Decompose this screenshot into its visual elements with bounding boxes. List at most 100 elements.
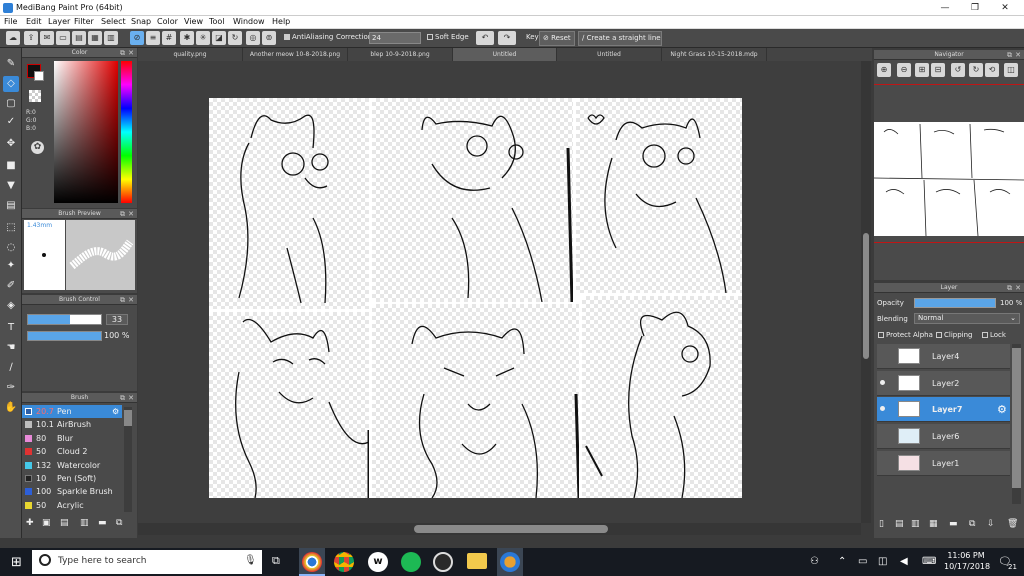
lasso-tool-icon[interactable]: ◌ (3, 240, 19, 256)
divide-tool-icon[interactable]: ∕ (3, 360, 19, 376)
background-color-swatch[interactable] (34, 71, 44, 81)
antialias-toggle[interactable]: AntiAliasing (284, 33, 333, 41)
brush-list-scrollbar[interactable] (124, 407, 132, 512)
canvas-vertical-scrollbar[interactable] (861, 61, 871, 523)
layer-row-layer6[interactable]: Layer6 (877, 424, 1010, 449)
undo-button[interactable]: ↶ (476, 31, 494, 45)
tab-quality[interactable]: quality.png (138, 48, 243, 61)
navigator-thumbnail[interactable] (873, 122, 1024, 237)
medibang-taskbar-icon[interactable] (302, 552, 322, 572)
menu-layer[interactable]: Layer (48, 17, 70, 26)
speech-icon[interactable]: ▭ (56, 31, 70, 45)
clock-date[interactable]: 10/17/2018 (944, 562, 990, 571)
tab-untitled[interactable]: Untitled (557, 48, 662, 61)
menu-help[interactable]: Help (272, 17, 290, 26)
reset-rotation-icon[interactable]: ⟲ (985, 63, 999, 77)
snap-off-icon[interactable]: ⊘ (130, 31, 144, 45)
brush-size-slider[interactable] (27, 314, 102, 325)
magic-wand-tool-icon[interactable]: ✦ (3, 258, 19, 274)
pen-tool-icon[interactable]: ✓ (3, 114, 19, 130)
brush-item[interactable]: 50 Acrylic (22, 499, 122, 512)
fit-icon[interactable]: ⊞ (915, 63, 929, 77)
chrome-taskbar-icon[interactable] (334, 552, 354, 572)
brush-size-value[interactable]: 33 (106, 314, 128, 325)
comic-page[interactable] (209, 98, 742, 498)
gradient-tool-icon[interactable]: ▤ (3, 198, 19, 214)
people-icon[interactable]: ⚇ (810, 556, 819, 567)
chevron-up-icon[interactable]: ⌃ (838, 556, 846, 567)
microphone-icon[interactable]: 🎙 (244, 555, 257, 566)
menu-snap[interactable]: Snap (131, 17, 151, 26)
parallel-snap-icon[interactable]: ≡ (146, 31, 160, 45)
zoom-out-icon[interactable]: ⊖ (897, 63, 911, 77)
taskbar-search-box[interactable]: Type here to search 🎙 (32, 550, 262, 574)
menu-color[interactable]: Color (157, 17, 178, 26)
select-pen-tool-icon[interactable]: ✐ (3, 278, 19, 294)
tab-night-grass[interactable]: Night Grass 10-15-2018.mdp (662, 48, 767, 61)
brush-item[interactable]: 10.1 AirBrush (22, 418, 122, 431)
correction-select[interactable]: 24 (369, 32, 421, 44)
obs-taskbar-icon[interactable] (433, 552, 453, 572)
visibility-icon[interactable] (880, 406, 885, 411)
transparent-color-swatch[interactable] (29, 90, 41, 102)
panel-icon[interactable]: ▤ (72, 31, 86, 45)
tablet-icon[interactable]: ▭ (858, 556, 867, 567)
layer-settings-gear-icon[interactable]: ⚙ (997, 403, 1007, 416)
new-8bit-layer-icon[interactable]: ▥ (911, 519, 920, 529)
fill-rect-tool-icon[interactable]: ■ (3, 158, 19, 174)
menu-edit[interactable]: Edit (26, 17, 42, 26)
palette-icon[interactable]: ✿ (31, 141, 44, 154)
menu-window[interactable]: Window (233, 17, 265, 26)
protect-alpha-toggle[interactable]: Protect Alpha (878, 331, 933, 339)
rotate-left-icon[interactable]: ↺ (951, 63, 965, 77)
menu-view[interactable]: View (184, 17, 203, 26)
windows-start-icon[interactable]: ⊞ (11, 555, 22, 570)
select-tool-icon[interactable]: ⬚ (3, 220, 19, 236)
minimize-button[interactable]: — (930, 0, 960, 16)
layer-opacity-slider[interactable] (914, 298, 996, 308)
grid-snap-icon[interactable]: # (162, 31, 176, 45)
menu-tool[interactable]: Tool (209, 17, 225, 26)
concentric-snap-icon[interactable]: ⊚ (262, 31, 276, 45)
operation-tool-icon[interactable]: ☚ (3, 340, 19, 356)
layout-icon[interactable]: ▥ (104, 31, 118, 45)
lock-toggle[interactable]: Lock (982, 331, 1006, 339)
maximize-button[interactable]: ❐ (960, 0, 990, 16)
menu-filter[interactable]: Filter (74, 17, 94, 26)
clipping-toggle[interactable]: Clipping (936, 331, 973, 339)
tab-blep[interactable]: blep 10-9-2018.png (348, 48, 453, 61)
layer-row-layer1[interactable]: Layer1 (877, 451, 1010, 476)
redo-button[interactable]: ↷ (498, 31, 516, 45)
brush-item[interactable]: 80 Blur (22, 432, 122, 445)
new-layer-icon[interactable]: ▯ (879, 519, 884, 529)
bucket-tool-icon[interactable]: ▼ (3, 178, 19, 194)
trash-icon[interactable]: 🗑 (1007, 519, 1018, 529)
dot-tool-icon[interactable]: ▢ (3, 96, 19, 112)
frame-icon[interactable]: ▦ (88, 31, 102, 45)
hue-slider[interactable] (121, 61, 132, 203)
canvas-horizontal-scrollbar[interactable] (138, 523, 861, 535)
curve-snap-icon[interactable]: ↻ (228, 31, 242, 45)
network-icon[interactable]: ◫ (878, 556, 887, 567)
close-button[interactable]: ✕ (990, 0, 1020, 16)
layer-row-layer7[interactable]: Layer7 ⚙ (877, 397, 1010, 422)
keyboard-icon[interactable]: ⌨ (922, 556, 936, 567)
duplicate-layer-icon[interactable]: ⧉ (969, 519, 975, 529)
zoom-in-icon[interactable]: ⊕ (877, 63, 891, 77)
new-1bit-layer-icon[interactable]: ▦ (929, 519, 938, 529)
menu-file[interactable]: File (4, 17, 17, 26)
blending-select[interactable]: Normal ⌄ (914, 313, 1020, 324)
brush-folder-icon[interactable]: ▣ (42, 518, 51, 528)
brush-item[interactable]: 20.7 Pen ⚙ (22, 405, 122, 418)
visibility-icon[interactable] (880, 380, 885, 385)
brush-item[interactable]: 132 Watercolor (22, 459, 122, 472)
radial-snap2-icon[interactable]: ✳ (196, 31, 210, 45)
color-saturation-picker[interactable] (54, 61, 118, 203)
brush-copy-icon[interactable]: ▤ (60, 518, 69, 528)
wattpad-taskbar-icon[interactable]: w (368, 552, 388, 572)
brush-folder2-icon[interactable]: ▬ (98, 518, 107, 528)
brush-import-icon[interactable]: ▥ (80, 518, 89, 528)
comment-icon[interactable]: ✉ (40, 31, 54, 45)
radial-snap-icon[interactable]: ✱ (180, 31, 194, 45)
tab-untitled-active[interactable]: Untitled (453, 48, 557, 61)
